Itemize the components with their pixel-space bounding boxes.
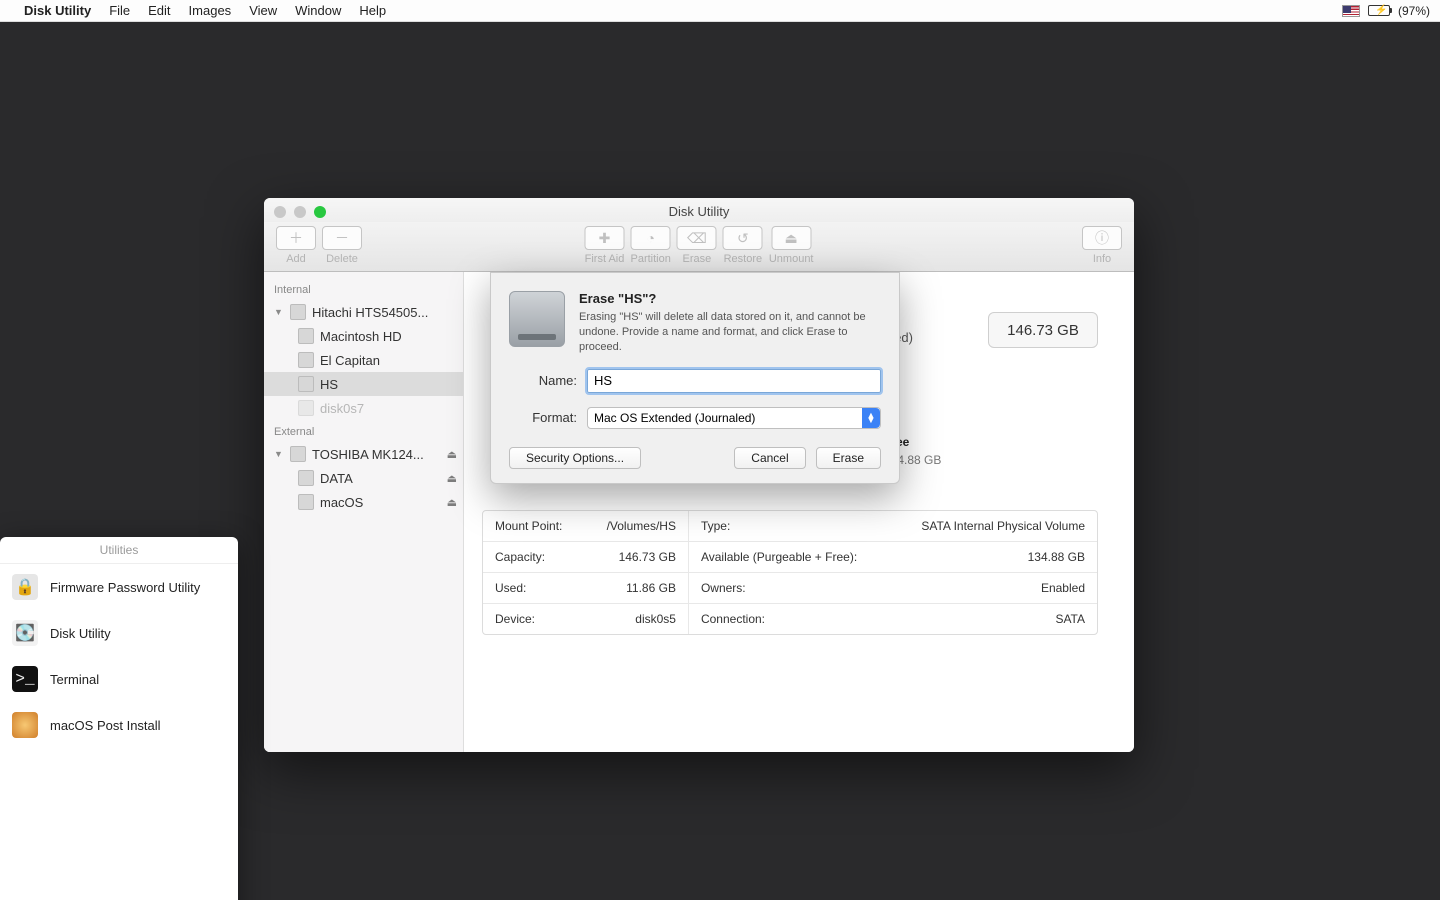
toolbar-add[interactable]: ＋Add bbox=[276, 226, 316, 265]
sidebar-vol-data[interactable]: DATA⏏ bbox=[264, 466, 463, 490]
capacity-badge: 146.73 GB bbox=[988, 312, 1098, 348]
dialog-body: Erasing "HS" will delete all data stored… bbox=[579, 310, 881, 355]
battery-icon[interactable]: ⚡ bbox=[1368, 5, 1390, 16]
sidebar-vol-macintoshhd[interactable]: Macintosh HD bbox=[264, 324, 463, 348]
dock-item-postinstall[interactable]: macOS Post Install bbox=[0, 702, 238, 748]
details-table: Mount Point:/Volumes/HS Type:SATA Intern… bbox=[482, 510, 1098, 635]
menu-app[interactable]: Disk Utility bbox=[24, 3, 91, 18]
format-value: Mac OS Extended (Journaled) bbox=[594, 411, 755, 425]
volume-icon bbox=[298, 400, 314, 416]
toolbar-firstaid[interactable]: ✚First Aid bbox=[585, 226, 625, 265]
disk-icon bbox=[290, 304, 306, 320]
window-title: Disk Utility bbox=[264, 204, 1134, 219]
cancel-button[interactable]: Cancel bbox=[734, 447, 805, 469]
volume-icon bbox=[298, 328, 314, 344]
table-row: Mount Point:/Volumes/HS Type:SATA Intern… bbox=[483, 511, 1097, 542]
sidebar-disk-hitachi[interactable]: ▼Hitachi HTS54505... bbox=[264, 300, 463, 324]
dock-item-diskutility[interactable]: 💽Disk Utility bbox=[0, 610, 238, 656]
battery-percent: (97%) bbox=[1398, 4, 1430, 18]
sidebar-heading-internal: Internal bbox=[264, 278, 463, 300]
eject-icon[interactable]: ⏏ bbox=[447, 448, 457, 461]
installer-icon bbox=[12, 712, 38, 738]
utilities-title: Utilities bbox=[0, 537, 238, 564]
table-row: Used:11.86 GB Owners:Enabled bbox=[483, 573, 1097, 604]
menubar: Disk Utility File Edit Images View Windo… bbox=[0, 0, 1440, 22]
menu-file[interactable]: File bbox=[109, 3, 130, 18]
terminal-icon: >_ bbox=[12, 666, 38, 692]
eject-icon[interactable]: ⏏ bbox=[447, 496, 457, 509]
menu-window[interactable]: Window bbox=[295, 3, 341, 18]
name-label: Name: bbox=[509, 373, 577, 388]
input-source-icon[interactable] bbox=[1342, 5, 1360, 17]
volume-icon bbox=[298, 494, 314, 510]
name-input[interactable] bbox=[587, 369, 881, 393]
security-options-button[interactable]: Security Options... bbox=[509, 447, 641, 469]
sidebar: Internal ▼Hitachi HTS54505... Macintosh … bbox=[264, 272, 464, 752]
erase-button[interactable]: Erase bbox=[816, 447, 881, 469]
eject-icon[interactable]: ⏏ bbox=[447, 472, 457, 485]
sidebar-disk-toshiba[interactable]: ▼TOSHIBA MK124...⏏ bbox=[264, 442, 463, 466]
disk-icon: 💽 bbox=[12, 620, 38, 646]
volume-icon bbox=[298, 352, 314, 368]
titlebar: Disk Utility ＋Add －Delete ✚First Aid ◔Pa… bbox=[264, 198, 1134, 246]
dock-item-firmware[interactable]: 🔒Firmware Password Utility bbox=[0, 564, 238, 610]
volume-icon bbox=[298, 470, 314, 486]
toolbar-info[interactable]: ⓘInfo bbox=[1082, 226, 1122, 265]
sidebar-vol-elcapitan[interactable]: El Capitan bbox=[264, 348, 463, 372]
format-select[interactable]: Mac OS Extended (Journaled) ▲▼ bbox=[587, 407, 881, 429]
chevron-updown-icon: ▲▼ bbox=[862, 408, 880, 428]
toolbar-delete[interactable]: －Delete bbox=[322, 226, 362, 265]
harddisk-icon bbox=[509, 291, 565, 347]
sidebar-heading-external: External bbox=[264, 420, 463, 442]
volume-icon bbox=[298, 376, 314, 392]
menu-edit[interactable]: Edit bbox=[148, 3, 170, 18]
menu-view[interactable]: View bbox=[249, 3, 277, 18]
sidebar-vol-macos[interactable]: macOS⏏ bbox=[264, 490, 463, 514]
toolbar-unmount[interactable]: ⏏Unmount bbox=[769, 226, 814, 265]
sidebar-vol-disk0s7[interactable]: disk0s7 bbox=[264, 396, 463, 420]
toolbar-partition[interactable]: ◔Partition bbox=[631, 226, 671, 265]
dock-item-terminal[interactable]: >_Terminal bbox=[0, 656, 238, 702]
toolbar-restore[interactable]: ↺Restore bbox=[723, 226, 763, 265]
sidebar-vol-hs[interactable]: HS bbox=[264, 372, 463, 396]
erase-dialog: Erase "HS"? Erasing "HS" will delete all… bbox=[490, 272, 900, 484]
table-row: Device:disk0s5 Connection:SATA bbox=[483, 604, 1097, 635]
disk-icon bbox=[290, 446, 306, 462]
menu-help[interactable]: Help bbox=[359, 3, 386, 18]
utilities-window: Utilities 🔒Firmware Password Utility 💽Di… bbox=[0, 537, 238, 900]
dialog-title: Erase "HS"? bbox=[579, 291, 881, 306]
menu-images[interactable]: Images bbox=[189, 3, 232, 18]
toolbar-erase[interactable]: ⌫Erase bbox=[677, 226, 717, 265]
format-label: Format: bbox=[509, 410, 577, 425]
table-row: Capacity:146.73 GB Available (Purgeable … bbox=[483, 542, 1097, 573]
lock-icon: 🔒 bbox=[12, 574, 38, 600]
